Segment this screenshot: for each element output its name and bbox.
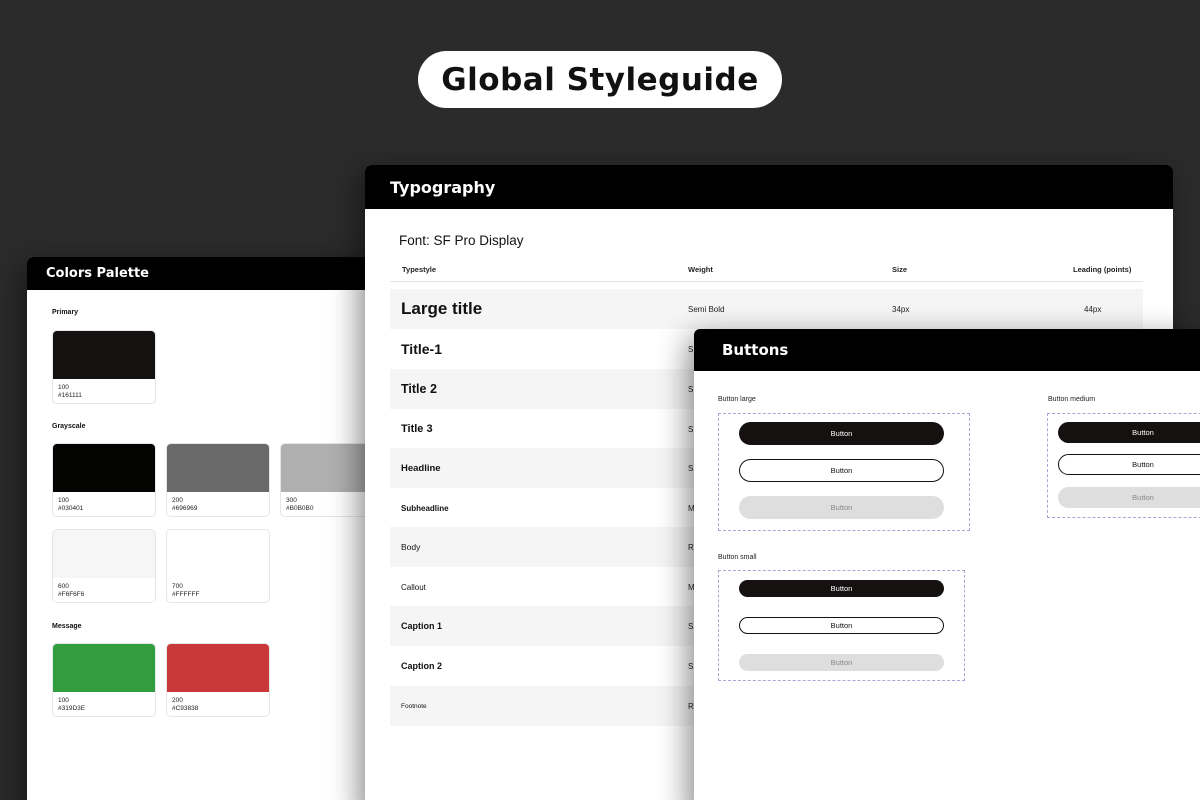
typestyle-name: Callout [401,582,426,592]
typestyle-name: Caption 2 [401,661,443,671]
small-primary-button[interactable]: Button [739,580,944,597]
typestyle-name: Body [401,542,421,552]
leading-header: Leading (points) [1073,265,1132,274]
typestyle-name: Title 2 [401,382,437,396]
primary-group-label: Primary [52,309,79,316]
swatch-level: 200 [172,697,183,704]
typestyle-weight: S [688,384,694,394]
swatch-chip [53,644,155,692]
medium-disabled-button[interactable]: Button [1058,487,1200,508]
color-swatch[interactable]: 200 #696969 [166,443,270,517]
buttons-header: Buttons [694,329,1200,371]
typestyle-leading: 44px [1084,304,1102,314]
typography-header: Typography [365,165,1173,209]
swatch-chip [167,530,269,578]
swatch-level: 700 [172,583,183,590]
buttons-panel: Buttons Button large Button Button Butto… [694,329,1200,800]
swatch-chip [167,644,269,692]
typestyle-weight: R [688,701,694,711]
swatch-hex: #C93838 [172,705,199,712]
large-primary-button[interactable]: Button [739,422,944,445]
swatch-chip [167,444,269,492]
swatch-level: 100 [58,497,69,504]
color-swatch[interactable]: 700 #FFFFFF [166,529,270,603]
swatch-level: 200 [172,497,183,504]
typestyle-size: 34px [892,304,910,314]
typestyle-weight: S [688,424,694,434]
color-swatch[interactable]: 100 #319D3E [52,643,156,717]
swatch-hex: #030401 [58,505,84,512]
swatch-hex: #696969 [172,505,198,512]
swatch-hex: #FFFFFF [172,591,200,598]
table-row[interactable]: Large title Semi Bold 34px 44px [390,289,1143,329]
swatch-hex: #F6F6F6 [58,591,85,598]
typestyle-weight: Semi Bold [688,304,725,314]
page-title: Global Styleguide [418,51,782,108]
typestyle-name: Title-1 [401,341,442,357]
button-large-label: Button large [718,396,756,403]
medium-primary-button[interactable]: Button [1058,422,1200,443]
button-small-label: Button small [718,554,757,561]
size-header: Size [892,265,908,274]
message-group-label: Message [52,623,82,630]
swatch-hex: #161111 [58,392,82,399]
colors-palette-panel: Colors Palette Primary 100 #161111 Graysc… [27,257,407,800]
typestyle-weight: S [688,621,694,631]
typestyle-name: Footnote [401,702,427,710]
typestyle-weight: R [688,542,694,552]
button-medium-label: Button medium [1048,396,1096,403]
typestyle-name: Title 3 [401,423,433,435]
small-secondary-button[interactable]: Button [739,617,944,634]
typestyle-name: Caption 1 [401,621,443,631]
medium-secondary-button[interactable]: Button [1058,454,1200,475]
typestyle-weight: S [688,344,694,354]
typestyle-header: Typestyle [402,265,437,274]
typestyle-name: Subheadline [401,503,449,513]
swatch-chip [53,530,155,578]
color-swatch[interactable]: 600 #F6F6F6 [52,529,156,603]
swatch-level: 600 [58,583,69,590]
color-swatch[interactable]: 100 #030401 [52,443,156,517]
swatch-level: 100 [58,384,69,391]
grayscale-group-label: Grayscale [52,423,86,430]
header-divider [390,281,1143,282]
large-secondary-button[interactable]: Button [739,459,944,482]
colors-palette-header: Colors Palette [27,257,407,290]
typestyle-name: Headline [401,462,441,474]
weight-header: Weight [688,265,713,274]
font-label: Font: SF Pro Display [399,233,524,248]
small-disabled-button[interactable]: Button [739,654,944,671]
swatch-hex: #319D3E [58,705,86,712]
typestyle-name: Large title [401,299,483,318]
large-disabled-button[interactable]: Button [739,496,944,519]
color-swatch[interactable]: 200 #C93838 [166,643,270,717]
typestyle-weight: S [688,463,694,473]
swatch-chip [53,444,155,492]
typestyle-weight: S [688,661,694,671]
swatch-level: 100 [58,697,69,704]
color-swatch[interactable]: 100 #161111 [52,330,156,404]
swatch-chip [53,331,155,379]
